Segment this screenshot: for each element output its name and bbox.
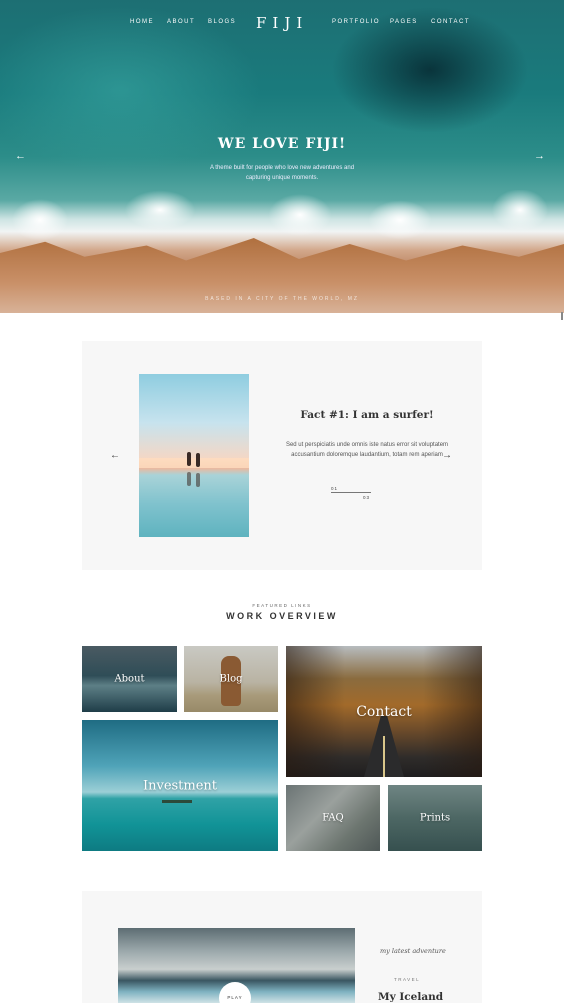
tile-faq[interactable]: FAQ: [286, 785, 380, 851]
tile-label: FAQ: [322, 812, 344, 824]
site-logo[interactable]: FIJI: [256, 14, 308, 32]
nav-pages[interactable]: PAGES: [390, 19, 418, 25]
hero-title: WE LOVE FIJI!: [217, 136, 347, 152]
tile-contact[interactable]: Contact: [286, 646, 482, 777]
nav-blogs[interactable]: BLOGS: [208, 19, 236, 25]
tile-about[interactable]: About: [82, 646, 177, 712]
hero-subtitle: A theme built for people who love new ad…: [209, 165, 355, 181]
nav-about[interactable]: ABOUT: [167, 19, 195, 25]
main-nav: HOME ABOUT BLOGS FIJI PORTFOLIO PAGES CO…: [0, 14, 564, 34]
adventure-section: Play my latest adventure Travel My Icela…: [82, 891, 482, 1003]
scrollbar-thumb[interactable]: [561, 312, 563, 320]
fact-next-arrow-icon[interactable]: →: [442, 450, 452, 461]
island-shape: [162, 800, 192, 803]
pager-divider: [331, 492, 371, 493]
pager-total: 03: [363, 495, 371, 500]
nav-portfolio[interactable]: PORTFOLIO: [332, 19, 380, 25]
adventure-title[interactable]: My Iceland: [378, 991, 443, 1003]
section-eyebrow: Featured Links: [252, 603, 312, 608]
surfer-figure: [196, 453, 200, 467]
fact-text: Sed ut perspiciatis unde omnis iste natu…: [285, 442, 449, 458]
hero-caption: Based in a city of the world, MZ: [205, 296, 359, 302]
tile-prints[interactable]: Prints: [388, 785, 482, 851]
tile-label: Blog: [219, 673, 243, 685]
road-line: [383, 736, 385, 777]
tile-label: Prints: [419, 812, 451, 824]
fact-slider: ← Fact #1: I am a surfer! Sed ut perspic…: [82, 341, 482, 570]
tile-blog[interactable]: Blog: [184, 646, 278, 712]
adventure-tag[interactable]: Travel: [394, 977, 420, 982]
fact-title: Fact #1: I am a surfer!: [300, 409, 434, 421]
fact-prev-arrow-icon[interactable]: ←: [110, 450, 120, 461]
tile-label: Contact: [356, 703, 412, 720]
surfer-reflection: [196, 473, 200, 487]
iceland-video-thumbnail[interactable]: Play: [118, 928, 355, 1003]
section-title: WORK OVERVIEW: [226, 611, 338, 621]
nav-home[interactable]: HOME: [130, 19, 154, 25]
tile-label: Investment: [142, 778, 218, 793]
sunset-glow: [139, 458, 249, 468]
tile-label: About: [114, 673, 145, 685]
tile-investment[interactable]: Investment: [82, 720, 278, 851]
nav-contact[interactable]: CONTACT: [431, 19, 470, 25]
adventure-eyebrow: my latest adventure: [380, 947, 446, 955]
surfer-reflection: [187, 472, 191, 486]
surfer-figure: [187, 452, 191, 466]
pager-current: 01: [331, 486, 339, 491]
surfer-photo: [139, 374, 249, 537]
play-button[interactable]: Play: [219, 982, 251, 1003]
hero-section: HOME ABOUT BLOGS FIJI PORTFOLIO PAGES CO…: [0, 0, 564, 313]
